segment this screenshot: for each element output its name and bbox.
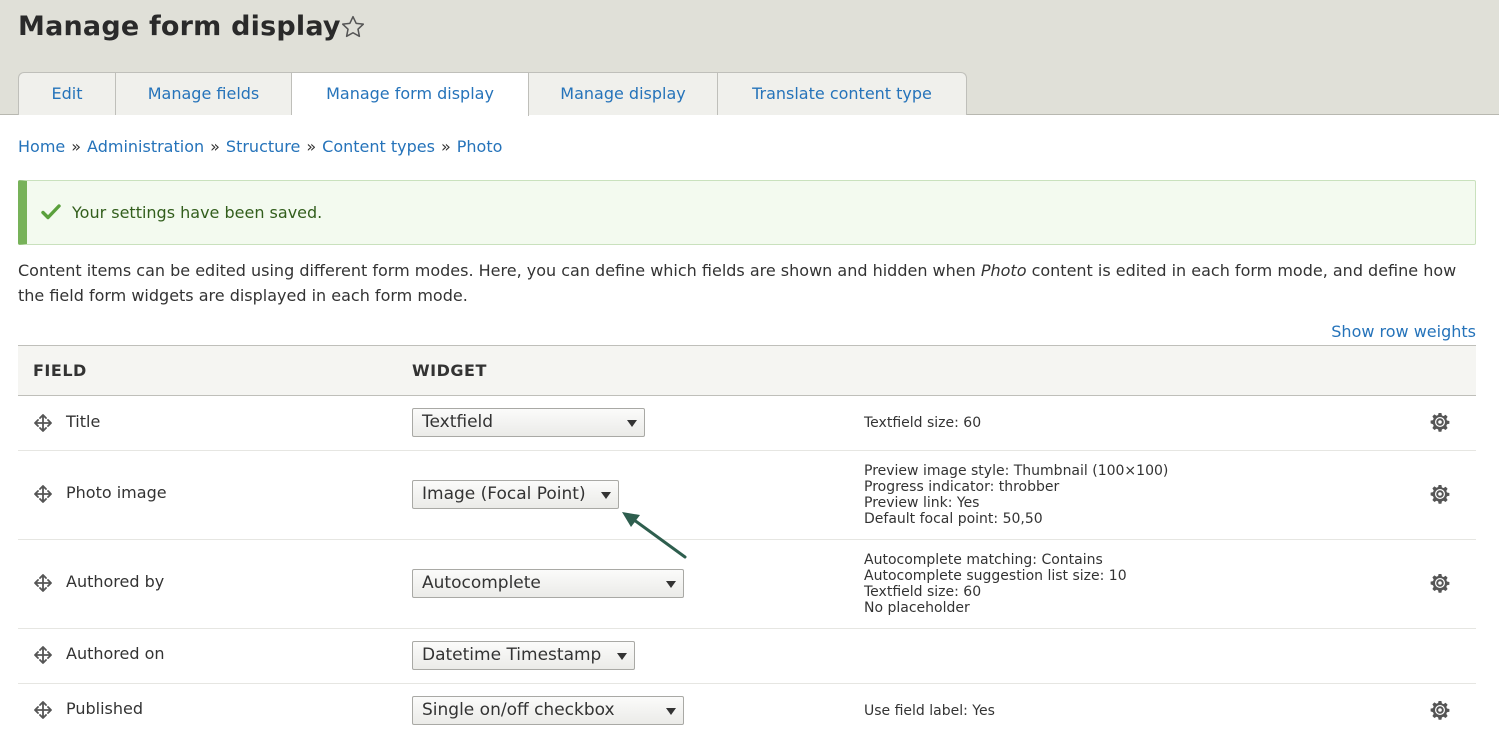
widget-select[interactable]: Single on/off checkbox xyxy=(412,696,684,725)
status-message-text: Your settings have been saved. xyxy=(72,203,323,222)
table-header: FIELD WIDGET xyxy=(18,345,1476,396)
breadcrumb-structure[interactable]: Structure xyxy=(226,137,300,156)
summary-line: Autocomplete suggestion list size: 10 xyxy=(864,568,1127,584)
widget-select-value: Datetime Timestamp xyxy=(422,645,602,665)
field-label: Photo image xyxy=(66,483,167,502)
gear-icon[interactable] xyxy=(1430,484,1450,504)
caret-down-icon xyxy=(627,420,637,427)
widget-summary: Autocomplete matching: Contains Autocomp… xyxy=(864,552,1127,616)
summary-line: No placeholder xyxy=(864,600,970,616)
move-icon[interactable] xyxy=(34,701,52,719)
caret-down-icon xyxy=(601,492,611,499)
field-column-header: FIELD xyxy=(33,361,87,380)
move-icon[interactable] xyxy=(34,414,52,432)
summary-line: Default focal point: 50,50 xyxy=(864,511,1043,527)
caret-down-icon xyxy=(617,653,627,660)
summary-line: Use field label: Yes xyxy=(864,703,995,719)
page-header: Manage form display Edit Manage fields M… xyxy=(0,0,1499,116)
widget-select[interactable]: Image (Focal Point) xyxy=(412,480,619,509)
breadcrumb-separator: » xyxy=(71,137,82,156)
table-row: Title Textfield Textfield size: 60 xyxy=(18,396,1476,451)
widget-select-value: Autocomplete xyxy=(422,573,541,593)
widget-select[interactable]: Datetime Timestamp xyxy=(412,641,635,670)
widget-select-value: Image (Focal Point) xyxy=(422,484,586,504)
gear-icon[interactable] xyxy=(1430,412,1450,432)
caret-down-icon xyxy=(666,581,676,588)
breadcrumb-photo[interactable]: Photo xyxy=(457,137,503,156)
summary-line: Textfield size: 60 xyxy=(864,584,982,600)
breadcrumb-home[interactable]: Home xyxy=(18,137,65,156)
field-label: Authored on xyxy=(66,644,165,663)
summary-line: Textfield size: 60 xyxy=(864,415,982,431)
tab-manage-form-display[interactable]: Manage form display xyxy=(292,72,529,116)
tabs: Edit Manage fields Manage form display M… xyxy=(18,72,967,116)
status-message: Your settings have been saved. xyxy=(18,180,1476,245)
breadcrumb-separator: » xyxy=(210,137,220,156)
table-row: Published Single on/off checkbox Use fie… xyxy=(18,684,1476,739)
field-label: Published xyxy=(66,699,144,718)
tab-translate-content-type[interactable]: Translate content type xyxy=(718,72,967,115)
gear-icon[interactable] xyxy=(1430,700,1450,720)
help-text: Content items can be edited using differ… xyxy=(18,258,1478,308)
breadcrumb-administration[interactable]: Administration xyxy=(87,137,204,156)
tab-edit[interactable]: Edit xyxy=(18,72,116,115)
widget-summary: Textfield size: 60 xyxy=(864,415,981,431)
widget-select-value: Single on/off checkbox xyxy=(422,700,615,720)
widget-select-value: Textfield xyxy=(422,412,494,432)
show-row-weights-link[interactable]: Show row weights xyxy=(1331,321,1476,343)
page-title: Manage form display xyxy=(18,11,341,42)
summary-line: Preview link: Yes xyxy=(864,495,980,511)
summary-line: Progress indicator: throbber xyxy=(864,479,1060,495)
widget-select[interactable]: Autocomplete xyxy=(412,569,684,598)
breadcrumb: Home » Administration » Structure » Content ty… xyxy=(18,136,502,158)
widget-column-header: WIDGET xyxy=(412,361,487,380)
table-row: Authored by Autocomplete Autocomplete ma… xyxy=(18,540,1476,629)
summary-line: Preview image style: Thumbnail (100×100) xyxy=(864,463,1169,479)
star-icon[interactable] xyxy=(340,14,366,40)
help-text-emphasis: Photo xyxy=(980,261,1027,280)
caret-down-icon xyxy=(666,708,676,715)
help-text-part1: Content items can be edited using differ… xyxy=(18,261,981,280)
summary-line: Autocomplete matching: Contains xyxy=(864,552,1103,568)
widget-summary: Use field label: Yes xyxy=(864,703,995,719)
field-label: Authored by xyxy=(66,572,165,591)
breadcrumb-separator: » xyxy=(440,137,451,156)
move-icon[interactable] xyxy=(34,646,52,664)
table-row: Photo image Image (Focal Point) Preview … xyxy=(18,451,1476,540)
tab-manage-fields[interactable]: Manage fields xyxy=(116,72,292,115)
check-icon xyxy=(41,204,61,220)
breadcrumb-content-types[interactable]: Content types xyxy=(322,137,435,156)
field-label: Title xyxy=(66,412,101,431)
tab-manage-display[interactable]: Manage display xyxy=(529,72,718,115)
breadcrumb-separator: » xyxy=(306,137,317,156)
widget-select[interactable]: Textfield xyxy=(412,408,645,437)
widget-summary: Preview image style: Thumbnail (100×100)… xyxy=(864,463,1168,527)
gear-icon[interactable] xyxy=(1430,573,1450,593)
move-icon[interactable] xyxy=(34,574,52,592)
move-icon[interactable] xyxy=(34,485,52,503)
table-row: Authored on Datetime Timestamp xyxy=(18,629,1476,684)
fields-table: FIELD WIDGET Title Textfield Textfield s… xyxy=(18,345,1476,739)
